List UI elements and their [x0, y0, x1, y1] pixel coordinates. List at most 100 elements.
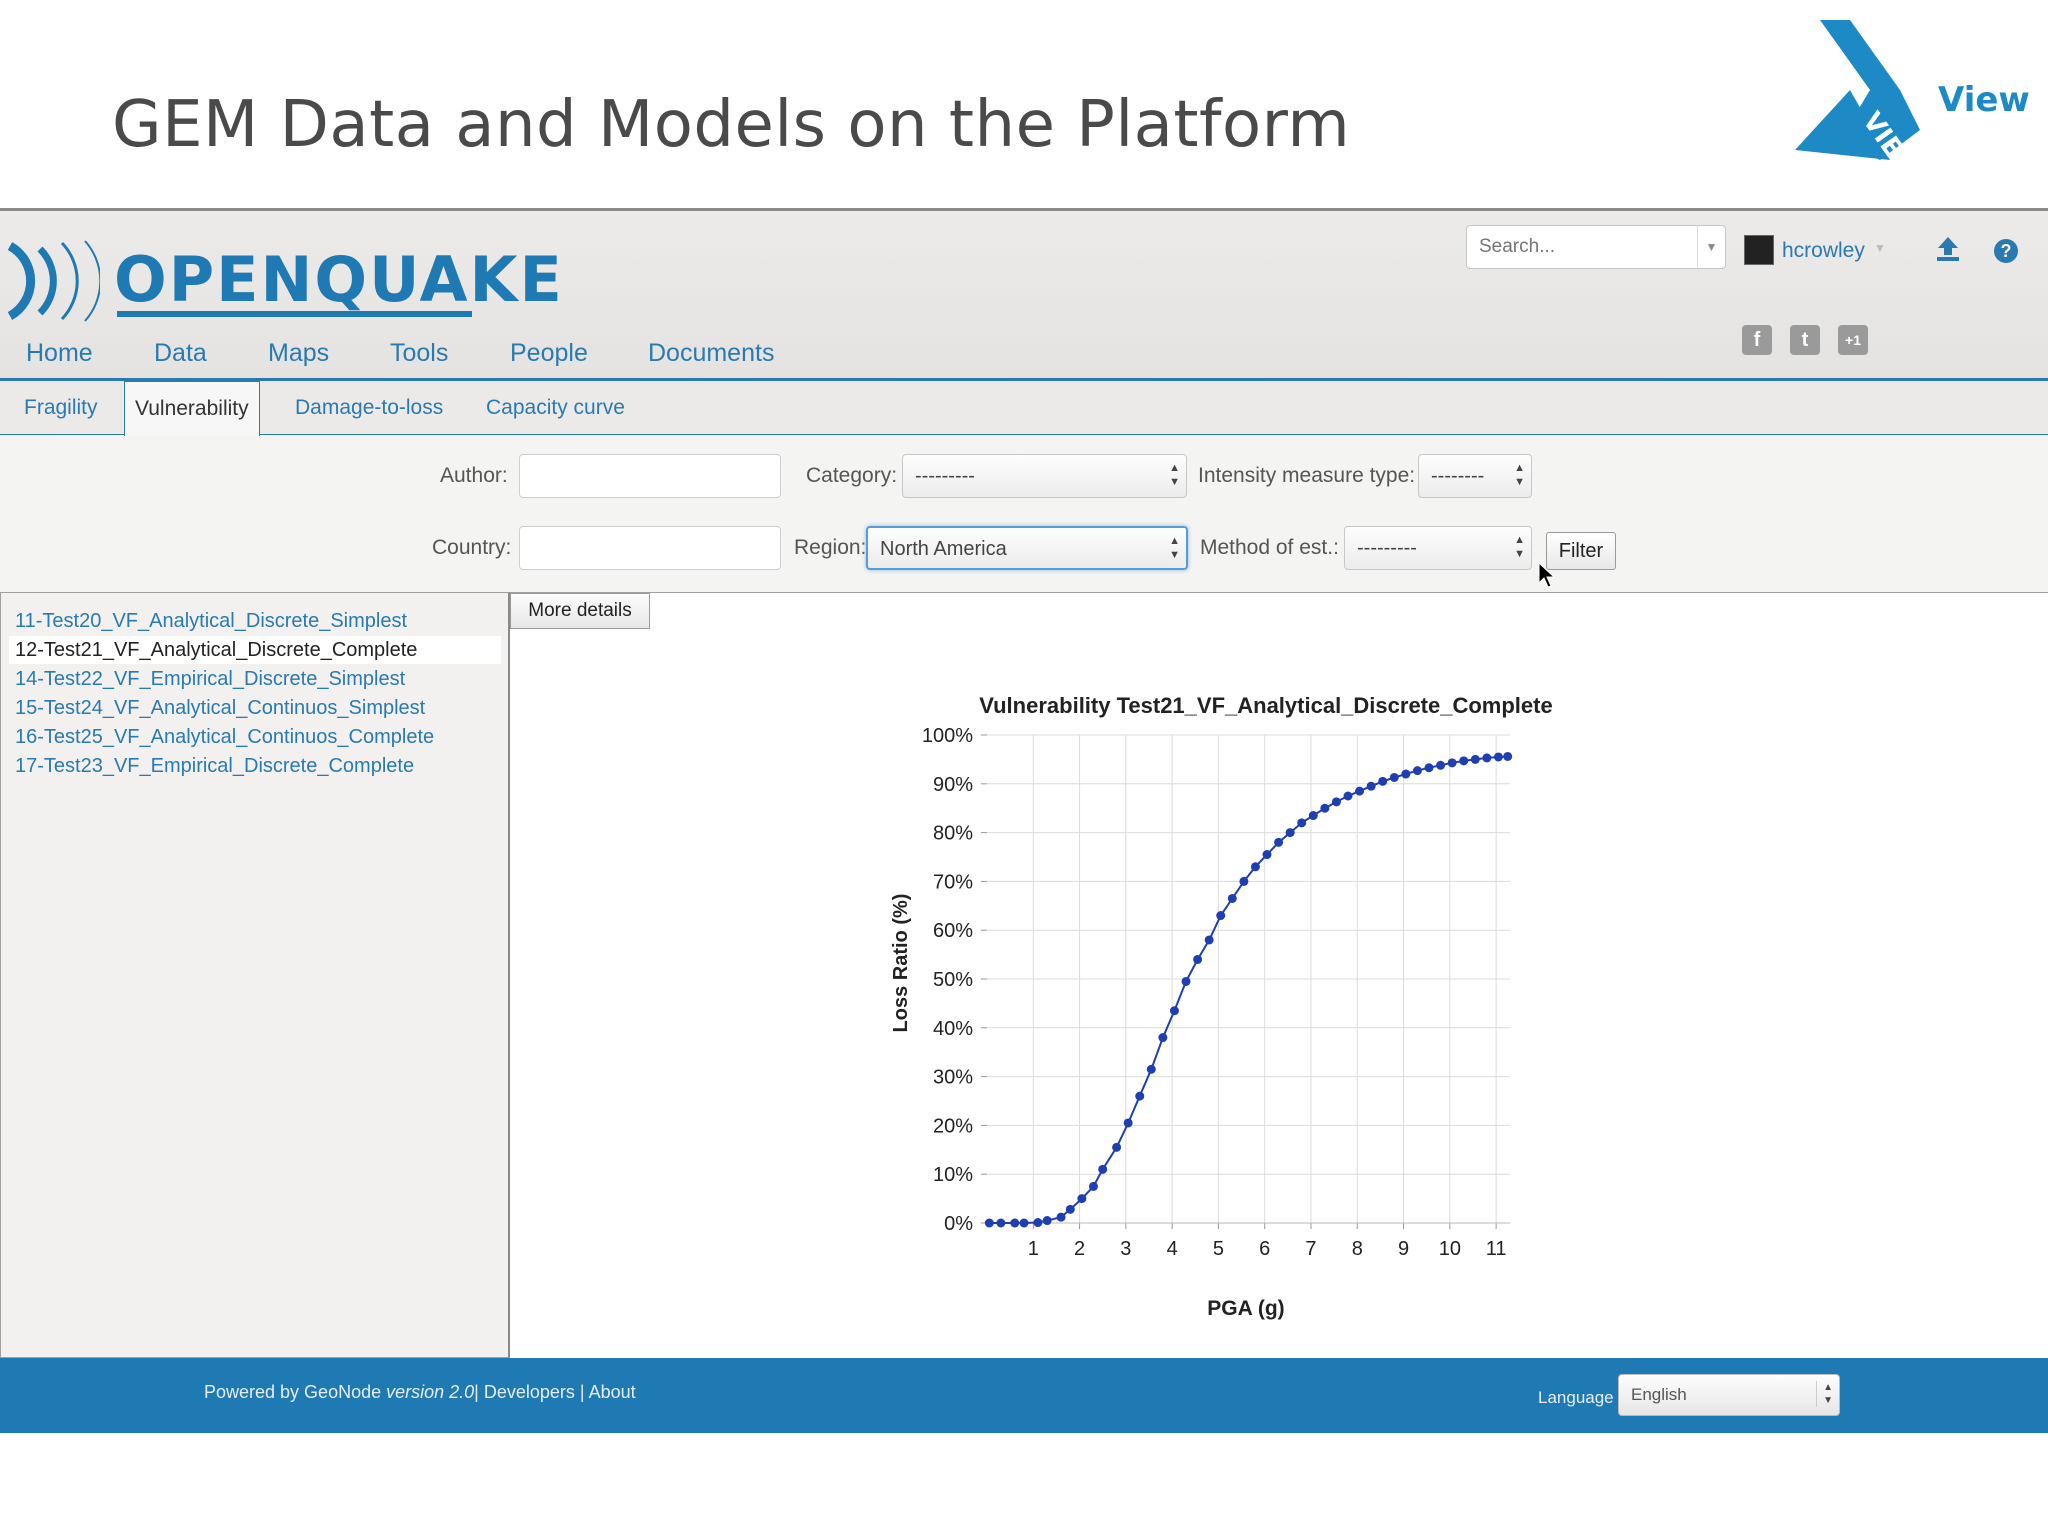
filter-form: Author: Category: --------- ▲ ▼ Intensity… — [0, 436, 2048, 592]
y-tick-label: 30% — [933, 1067, 973, 1089]
x-tick-label: 3 — [1120, 1238, 1131, 1260]
x-tick-label: 9 — [1398, 1238, 1409, 1260]
y-tick-label: 80% — [933, 823, 973, 845]
upload-icon[interactable] — [1934, 235, 1962, 263]
facebook-icon[interactable]: f — [1742, 325, 1772, 355]
chart-series — [984, 751, 1513, 1228]
language-label: Language — [1538, 1388, 1614, 1407]
data-point — [1216, 911, 1226, 921]
category-select[interactable]: --------- ▲ ▼ — [902, 454, 1187, 498]
data-point — [1033, 1218, 1043, 1228]
imt-label: Intensity measure type: — [1198, 464, 1416, 487]
method-select[interactable]: --------- ▲ ▼ — [1344, 526, 1532, 570]
data-point — [1181, 976, 1191, 986]
data-point — [1389, 772, 1399, 782]
data-point — [1482, 753, 1492, 763]
list-item-selected[interactable]: 12-Test21_VF_Analytical_Discrete_Complet… — [9, 636, 501, 664]
region-select[interactable]: North America ▲ ▼ — [866, 526, 1188, 570]
list-item[interactable]: 14-Test22_VF_Empirical_Discrete_Simplest — [15, 665, 405, 693]
data-point — [1010, 1218, 1020, 1228]
y-tick-label: 90% — [933, 774, 973, 796]
tab-vulnerability[interactable]: Vulnerability — [124, 381, 260, 437]
slide-title: GEM Data and Models on the Platform — [112, 88, 1351, 162]
footer-links[interactable]: | Developers | About — [474, 1382, 635, 1402]
app-header: OPENQUAKE ▼ hcrowley ▼ ? f t +1 Home Dat… — [0, 211, 2048, 381]
openquake-logo[interactable]: OPENQUAKE — [114, 243, 564, 316]
author-field[interactable] — [519, 454, 781, 498]
data-point — [1169, 1006, 1179, 1016]
x-tick-label: 4 — [1167, 1238, 1178, 1260]
country-label: Country: — [432, 536, 512, 559]
x-tick-label: 1 — [1028, 1238, 1039, 1260]
app-footer: Powered by GeoNode version 2.0| Develope… — [0, 1358, 2048, 1433]
x-tick-label: 6 — [1259, 1238, 1270, 1260]
data-point — [1077, 1194, 1087, 1204]
chevron-down-icon[interactable]: ▼ — [1697, 226, 1725, 268]
data-point — [1308, 811, 1318, 821]
tab-fragility[interactable]: Fragility — [14, 381, 108, 435]
result-list: 11-Test20_VF_Analytical_Discrete_Simples… — [0, 592, 510, 1358]
select-arrows-icon: ▲ ▼ — [1169, 535, 1180, 561]
select-arrows-icon: ▲ ▼ — [1514, 534, 1525, 560]
data-point — [1378, 776, 1388, 786]
user-menu-caret-icon[interactable]: ▼ — [1874, 241, 1886, 255]
x-tick-label: 8 — [1352, 1238, 1363, 1260]
list-item[interactable]: 16-Test25_VF_Analytical_Continuos_Comple… — [15, 723, 434, 751]
openquake-waves-icon — [7, 240, 100, 322]
data-point — [1355, 786, 1365, 796]
list-item[interactable]: 15-Test24_VF_Analytical_Continuos_Simple… — [15, 694, 425, 722]
data-point — [1436, 760, 1446, 770]
data-point — [1459, 756, 1469, 766]
nav-people[interactable]: People — [510, 339, 588, 368]
tab-capacity-curve[interactable]: Capacity curve — [476, 381, 635, 435]
twitter-icon[interactable]: t — [1790, 325, 1820, 355]
country-field[interactable] — [519, 526, 781, 570]
region-value: North America — [880, 538, 1007, 560]
nav-tools[interactable]: Tools — [390, 339, 448, 368]
search-box[interactable]: ▼ — [1466, 225, 1726, 269]
data-point — [1320, 803, 1330, 813]
help-icon[interactable]: ? — [1994, 239, 2018, 263]
tab-damage-to-loss[interactable]: Damage-to-loss — [285, 381, 453, 435]
nav-maps[interactable]: Maps — [268, 339, 329, 368]
nav-documents[interactable]: Documents — [648, 339, 774, 368]
vulnerability-chart: 0% 10% 20% 30% 40% 50% 60% 70% 80% 90% 100% 1 2 3 4 5 6 7… — [890, 693, 1553, 1320]
y-tick-label: 40% — [933, 1018, 973, 1040]
language-select[interactable]: English ▲ ▼ — [1618, 1374, 1840, 1416]
data-point — [1146, 1064, 1156, 1074]
data-point — [1412, 766, 1422, 776]
data-point — [1193, 954, 1203, 964]
footer-credits: Powered by GeoNode version 2.0| Develope… — [204, 1382, 636, 1403]
y-tick-label: 10% — [933, 1164, 973, 1186]
avatar[interactable] — [1744, 235, 1774, 265]
imt-select[interactable]: -------- ▲ ▼ — [1418, 454, 1532, 498]
data-point — [1285, 828, 1295, 838]
filter-button[interactable]: Filter — [1546, 532, 1616, 570]
data-point — [1065, 1204, 1075, 1214]
chart-y-axis-label: Loss Ratio (%) — [890, 894, 912, 1033]
language-value: English — [1631, 1385, 1687, 1404]
category-label: Category: — [806, 464, 898, 487]
data-point — [1042, 1216, 1052, 1226]
username-link[interactable]: hcrowley — [1782, 239, 1865, 263]
data-point — [1297, 818, 1307, 828]
select-arrows-icon: ▲ ▼ — [1169, 462, 1180, 488]
logo-underline — [117, 311, 472, 317]
data-point — [1135, 1091, 1145, 1101]
nav-data[interactable]: Data — [154, 339, 207, 368]
google-plus-icon[interactable]: +1 — [1838, 325, 1868, 355]
data-point — [1274, 837, 1284, 847]
list-item[interactable]: 11-Test20_VF_Analytical_Discrete_Simples… — [15, 607, 407, 635]
nav-home[interactable]: Home — [26, 339, 93, 368]
chart-title: Vulnerability Test21_VF_Analytical_Discr… — [979, 693, 1552, 718]
more-details-button[interactable]: More details — [510, 593, 650, 629]
data-point — [1331, 797, 1341, 807]
x-tick-label: 10 — [1439, 1238, 1461, 1260]
data-point — [1401, 769, 1411, 779]
data-point — [996, 1218, 1006, 1228]
list-item[interactable]: 17-Test23_VF_Empirical_Discrete_Complete — [15, 752, 414, 780]
data-point — [1158, 1033, 1168, 1043]
method-label: Method of est.: — [1200, 536, 1339, 559]
series-line — [989, 755, 1508, 1224]
search-input[interactable] — [1467, 226, 1687, 268]
